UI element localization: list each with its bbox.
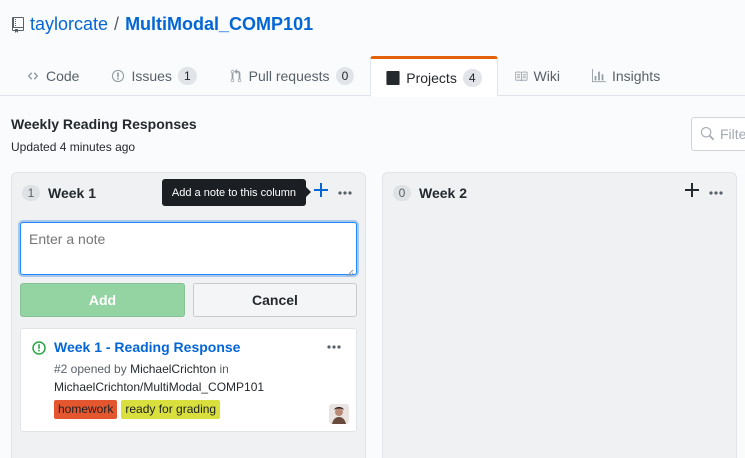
label-ready-for-grading[interactable]: ready for grading xyxy=(121,400,221,419)
tab-code[interactable]: Code xyxy=(10,56,95,96)
note-textarea[interactable] xyxy=(20,222,357,275)
projects-counter: 4 xyxy=(462,68,482,87)
cancel-note-button[interactable]: Cancel xyxy=(193,283,357,317)
issue-labels: homework ready for grading xyxy=(54,400,224,419)
repo-title: taylorcate / MultiModal_COMP101 xyxy=(12,14,313,35)
kebab-horizontal-icon xyxy=(338,191,352,195)
tab-projects-label: Projects xyxy=(406,69,457,86)
code-icon xyxy=(26,69,40,83)
repo-name-link[interactable]: MultiModal_COMP101 xyxy=(125,14,313,35)
card-menu-button[interactable] xyxy=(327,337,341,353)
kebab-horizontal-icon xyxy=(709,191,723,195)
resize-grip-icon[interactable] xyxy=(346,264,354,277)
issue-number-text: #2 opened by xyxy=(54,362,127,376)
tab-pull-requests-label: Pull requests xyxy=(248,68,330,84)
issue-opened-icon xyxy=(32,341,46,355)
git-pull-request-icon xyxy=(229,69,243,83)
issue-author-link[interactable]: MichaelCrichton xyxy=(130,362,216,376)
graph-icon xyxy=(591,69,606,83)
column-name: Week 2 xyxy=(419,185,467,201)
repo-nav-tabs: Code Issues 1 Pull requests 0 Projects 4 xyxy=(10,56,676,97)
tab-issues-label: Issues xyxy=(131,68,172,84)
search-icon xyxy=(700,127,714,141)
column-card-count: 0 xyxy=(393,185,411,201)
plus-icon xyxy=(314,183,328,197)
filter-placeholder: Filte xyxy=(720,126,745,142)
column-header: 1 Week 1 xyxy=(22,185,96,201)
issue-repo-link[interactable]: MichaelCrichton/MultiModal_COMP101 xyxy=(54,380,264,394)
add-note-button[interactable] xyxy=(314,181,328,201)
label-homework[interactable]: homework xyxy=(54,400,118,419)
repo-owner-link[interactable]: taylorcate xyxy=(30,14,108,35)
tab-insights-label: Insights xyxy=(611,68,661,84)
filter-cards-input[interactable]: Filte xyxy=(691,117,745,151)
issue-in-text: in xyxy=(219,362,229,376)
tab-insights[interactable]: Insights xyxy=(576,56,676,96)
tab-wiki-label: Wiki xyxy=(533,68,560,84)
kebab-horizontal-icon xyxy=(327,345,341,349)
tab-code-label: Code xyxy=(46,68,80,84)
repo-header: taylorcate / MultiModal_COMP101 Code Iss… xyxy=(0,0,745,97)
tab-issues[interactable]: Issues 1 xyxy=(95,56,212,96)
tab-wiki[interactable]: Wiki xyxy=(498,56,576,96)
project-title: Weekly Reading Responses xyxy=(11,116,197,132)
pull-requests-counter: 0 xyxy=(335,67,355,85)
issue-opened-icon xyxy=(111,69,125,83)
add-note-submit-button[interactable]: Add xyxy=(20,283,185,317)
column-name: Week 1 xyxy=(48,185,96,201)
column-menu-button[interactable] xyxy=(709,181,723,201)
project-column-week-2: 0 Week 2 xyxy=(382,172,737,458)
repo-separator: / xyxy=(114,14,120,34)
tab-projects[interactable]: Projects 4 xyxy=(370,56,498,97)
column-card-count: 1 xyxy=(22,185,40,201)
add-note-tooltip: Add a note to this column xyxy=(162,179,311,206)
add-note-button[interactable] xyxy=(685,181,699,201)
issue-card[interactable]: Week 1 - Reading Response #2 opened by M… xyxy=(20,328,357,432)
issues-counter: 1 xyxy=(177,67,197,85)
book-icon xyxy=(514,69,528,83)
repo-icon xyxy=(12,16,24,33)
issue-card-meta: #2 opened by MichaelCrichton in MichaelC… xyxy=(54,360,304,396)
avatar[interactable] xyxy=(329,404,349,424)
column-menu-button[interactable] xyxy=(338,181,352,201)
column-header: 0 Week 2 xyxy=(393,185,467,201)
tab-pull-requests[interactable]: Pull requests 0 xyxy=(213,56,371,96)
project-icon xyxy=(386,70,400,85)
project-updated-time: Updated 4 minutes ago xyxy=(11,140,136,154)
issue-card-title-link[interactable]: Week 1 - Reading Response xyxy=(54,339,240,355)
plus-icon xyxy=(685,183,699,197)
